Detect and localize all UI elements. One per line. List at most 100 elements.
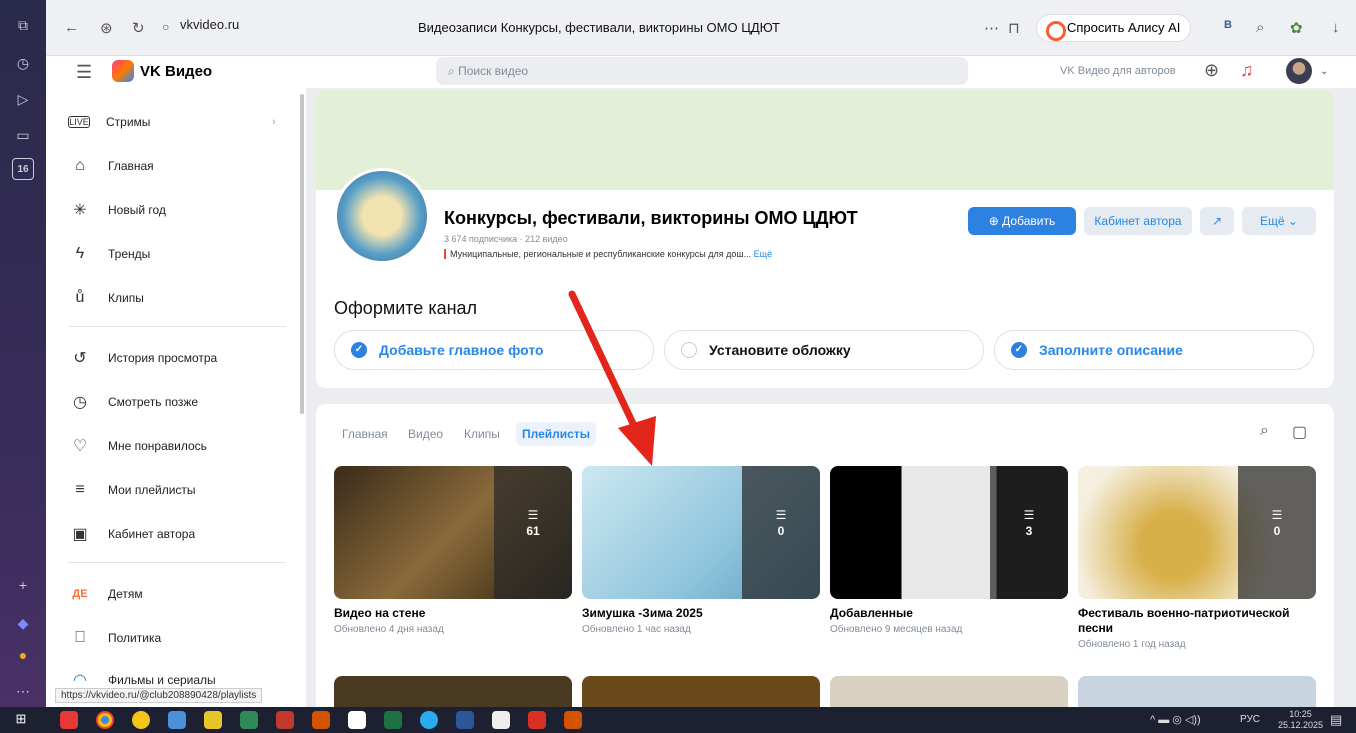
app-icon[interactable] — [240, 711, 258, 729]
extension-b-icon[interactable]: B — [1224, 19, 1232, 31]
check-icon: ✓ — [1011, 342, 1027, 358]
sidebar-scrollbar[interactable] — [300, 94, 304, 414]
playlist-thumbnail[interactable]: ☰ 0 — [582, 466, 820, 599]
pdf-app-icon[interactable] — [528, 711, 546, 729]
playlist-count-overlay: ☰ 0 — [742, 466, 820, 599]
tray-icons[interactable]: ^ ▬ ◎ ◁)) — [1150, 713, 1201, 726]
user-avatar[interactable] — [1286, 58, 1312, 84]
sidebar-item-author-cabinet[interactable]: ▣ Кабинет автора — [68, 522, 195, 546]
notifications-bell-icon[interactable]: ♫ — [1240, 60, 1254, 81]
word-app-icon[interactable] — [456, 711, 474, 729]
sidebar-item-liked[interactable]: ♡ Мне понравилось — [68, 434, 207, 458]
sidebar-item-my-playlists[interactable]: ≡ Мои плейлисты — [68, 478, 195, 502]
playlist-thumbnail[interactable]: ☰ 0 — [1078, 466, 1316, 599]
sidebar-item-watch-later[interactable]: ◷ Смотреть позже — [68, 390, 198, 414]
yandex-app-icon[interactable] — [60, 711, 78, 729]
sidebar-item-history[interactable]: ↺ История просмотра — [68, 346, 217, 370]
comment-icon[interactable]: ▢ — [1292, 422, 1307, 442]
search-icon[interactable]: ⌕ — [1260, 422, 1269, 440]
more-button[interactable]: Ещё ⌄ — [1242, 207, 1316, 235]
extension-icon[interactable]: ⌕ — [1256, 19, 1264, 36]
app-icon[interactable] — [348, 711, 366, 729]
plus-icon[interactable]: + — [12, 574, 34, 596]
bookmark-icon[interactable]: ⊓ — [1008, 19, 1020, 37]
setup-step-description[interactable]: ✓ Заполните описание — [994, 330, 1314, 370]
app-icon[interactable] — [492, 711, 510, 729]
playlist-count-overlay: ☰ 3 — [990, 466, 1068, 599]
sidebar-item-home[interactable]: ⌂ Главная — [68, 154, 154, 178]
sidebar-item-clips[interactable]: ů Клипы — [68, 286, 144, 310]
author-cabinet-button[interactable]: Кабинет автора — [1084, 207, 1192, 235]
excel-app-icon[interactable] — [384, 711, 402, 729]
reload-icon[interactable]: ↻ — [132, 19, 145, 37]
tab-playlists[interactable]: Плейлисты — [516, 422, 596, 446]
app-icon[interactable] — [276, 711, 294, 729]
playlist-title[interactable]: Добавленные — [830, 606, 1068, 621]
extension-colorful-icon[interactable]: ✿ — [1290, 19, 1303, 37]
share-icon[interactable]: ↗ — [1200, 207, 1234, 235]
playlist-thumbnail[interactable]: ☰ 3 — [830, 466, 1068, 599]
start-icon[interactable]: ⊞ — [12, 711, 30, 729]
playlist-card[interactable]: ☰ 0 Фестиваль военно-патриотической песн… — [1078, 466, 1316, 650]
chrome-app-icon[interactable] — [96, 711, 114, 729]
tab-home[interactable]: Главная — [336, 422, 394, 446]
setup-step-cover[interactable]: Установите обложку — [664, 330, 984, 370]
screen-icon[interactable]: ▭ — [12, 124, 34, 146]
add-button[interactable]: ⊕ Добавить — [968, 207, 1076, 235]
channel-avatar[interactable] — [334, 168, 430, 264]
upload-plus-icon[interactable]: ⊕ — [1204, 60, 1219, 81]
folder-app-icon[interactable] — [168, 711, 186, 729]
more-dots-icon[interactable]: ⋯ — [984, 19, 999, 37]
channel-stats: 3 674 подписчика · 212 видео — [444, 234, 568, 244]
sidebar-item-new-year[interactable]: ✳ Новый год — [68, 198, 166, 222]
history-icon[interactable]: ◷ — [12, 52, 34, 74]
site-info-icon[interactable]: ○ — [162, 20, 169, 34]
setup-step-photo[interactable]: ✓ Добавьте главное фото — [334, 330, 654, 370]
sidebar-item-trends[interactable]: ϟ Тренды — [68, 242, 151, 266]
app-name[interactable]: VK Видео — [140, 63, 212, 80]
tabs-icon[interactable]: ⧉ — [12, 14, 34, 36]
app-icon[interactable] — [204, 711, 222, 729]
playlist-thumbnail[interactable] — [1078, 676, 1316, 707]
sidebar-item-politics[interactable]: ⎕ Политика — [68, 626, 161, 650]
powerpoint-app-icon[interactable] — [312, 711, 330, 729]
playlist-thumbnail[interactable] — [334, 676, 572, 707]
status-url: https://vkvideo.ru/@club208890428/playli… — [55, 688, 263, 703]
playlist-thumbnail[interactable]: ☰ 61 — [334, 466, 572, 599]
address-bar[interactable]: vkvideo.ru — [180, 17, 239, 32]
back-icon[interactable]: ← — [64, 19, 79, 36]
tray-language[interactable]: РУС — [1240, 714, 1260, 725]
playlist-thumbnail[interactable] — [582, 676, 820, 707]
counter-badge-icon[interactable]: 16 — [12, 158, 34, 180]
mail-app-icon[interactable]: ● — [12, 644, 34, 666]
playlist-card[interactable]: ☰ 3 Добавленные Обновлено 9 месяцев наза… — [830, 466, 1068, 635]
tab-clips[interactable]: Клипы — [458, 422, 506, 446]
chevron-down-icon[interactable]: ⌄ — [1320, 66, 1328, 77]
heart-icon: ♡ — [72, 438, 88, 455]
app-icon[interactable] — [132, 711, 150, 729]
playlist-title[interactable]: Зимушка -Зима 2025 — [582, 606, 820, 621]
playlist-thumbnail[interactable] — [830, 676, 1068, 707]
cube-app-icon[interactable]: ◆ — [12, 612, 34, 634]
sidebar-item-kids[interactable]: ДЕ Детям — [68, 582, 142, 606]
vk-video-logo-icon[interactable] — [112, 60, 134, 82]
description-more-link[interactable]: Ещё — [754, 249, 772, 259]
play-icon[interactable]: ▷ — [12, 88, 34, 110]
search-input[interactable]: ⌕ Поиск видео — [436, 57, 968, 85]
notification-center-icon[interactable]: ▤ — [1330, 712, 1342, 728]
more-icon[interactable]: ⋯ — [12, 680, 34, 702]
for-authors-link[interactable]: VK Видео для авторов — [1060, 65, 1176, 77]
playlist-title[interactable]: Видео на стене — [334, 606, 572, 621]
download-icon[interactable]: ↓ — [1332, 19, 1340, 36]
playlist-card[interactable]: ☰ 61 Видео на стене Обновлено 4 дня наза… — [334, 466, 572, 635]
protect-icon[interactable]: ⊛ — [100, 19, 113, 37]
tray-clock[interactable]: 10:25 25.12.2025 — [1278, 709, 1323, 731]
tab-videos[interactable]: Видео — [402, 422, 449, 446]
ask-alisa-button[interactable]: Спросить Алису AI — [1036, 14, 1192, 42]
sidebar-item-streams[interactable]: LIVE Стримы › — [68, 110, 276, 134]
playlist-title[interactable]: Фестиваль военно-патриотической песни — [1078, 606, 1316, 636]
powerpoint-app-icon[interactable] — [564, 711, 582, 729]
playlist-card[interactable]: ☰ 0 Зимушка -Зима 2025 Обновлено 1 час н… — [582, 466, 820, 635]
menu-icon[interactable]: ☰ — [76, 62, 92, 83]
telegram-app-icon[interactable] — [420, 711, 438, 729]
